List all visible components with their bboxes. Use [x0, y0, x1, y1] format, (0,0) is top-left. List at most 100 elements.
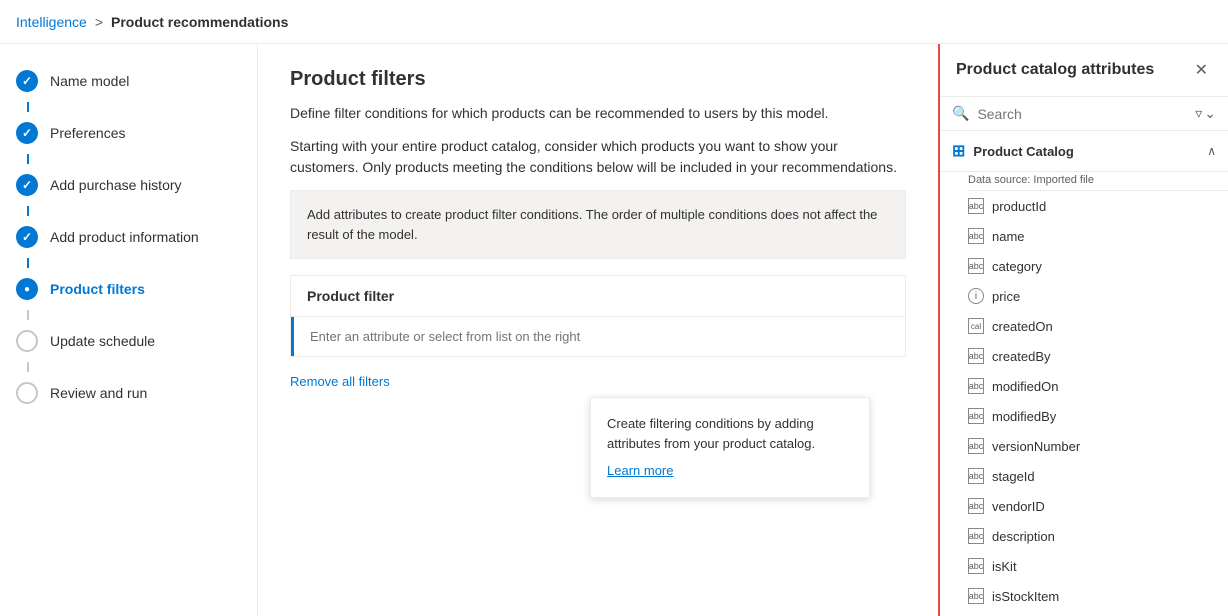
center-pane: Product filters Define filter conditions…	[258, 44, 938, 616]
filter-sort-button[interactable]: ▿ ⌄	[1195, 105, 1216, 122]
step-icon-review-run	[16, 382, 38, 404]
sidebar-label-product-filters: Product filters	[50, 281, 145, 297]
attr-icon-productId: abc	[968, 198, 984, 214]
description-1: Define filter conditions for which produ…	[290, 103, 906, 124]
sidebar-item-preferences[interactable]: Preferences	[0, 112, 257, 154]
connector-5	[27, 310, 29, 320]
attr-icon-createdOn: cal	[968, 318, 984, 334]
attr-item-versionNumber[interactable]: abc versionNumber	[940, 431, 1228, 461]
attr-item-createdOn[interactable]: cal createdOn	[940, 311, 1228, 341]
filter-input-row	[291, 317, 905, 356]
sidebar-item-purchase-history[interactable]: Add purchase history	[0, 164, 257, 206]
catalog-group-title: ⊞ Product Catalog	[952, 141, 1074, 161]
connector-6	[27, 362, 29, 372]
sidebar-label-purchase-history: Add purchase history	[50, 177, 182, 193]
attr-name-vendorID: vendorID	[992, 499, 1045, 514]
filter-block: Product filter	[290, 275, 906, 357]
attr-name-versionNumber: versionNumber	[992, 439, 1080, 454]
attr-name-price: price	[992, 289, 1020, 304]
attr-name-modifiedBy: modifiedBy	[992, 409, 1056, 424]
description-2: Starting with your entire product catalo…	[290, 136, 906, 178]
sidebar-item-product-info[interactable]: Add product information	[0, 216, 257, 258]
attr-name-category: category	[992, 259, 1042, 274]
learn-more-link[interactable]: Learn more	[607, 461, 673, 481]
right-panel-header: Product catalog attributes ✕	[940, 44, 1228, 97]
attr-item-price[interactable]: i price	[940, 281, 1228, 311]
attr-icon-category: abc	[968, 258, 984, 274]
step-icon-product-info	[16, 226, 38, 248]
chevron-down-icon: ⌄	[1204, 105, 1216, 122]
attr-icon-modifiedBy: abc	[968, 408, 984, 424]
sidebar-item-product-filters[interactable]: ● Product filters	[0, 268, 257, 310]
attr-item-description[interactable]: abc description	[940, 521, 1228, 551]
top-bar: Intelligence > Product recommendations	[0, 0, 1228, 44]
search-input[interactable]	[977, 106, 1187, 122]
attr-icon-createdBy: abc	[968, 348, 984, 364]
sidebar-item-update-schedule[interactable]: Update schedule	[0, 320, 257, 362]
attr-item-modifiedBy[interactable]: abc modifiedBy	[940, 401, 1228, 431]
attr-name-createdOn: createdOn	[992, 319, 1053, 334]
tooltip-popup: Create filtering conditions by adding at…	[590, 397, 870, 498]
tooltip-text: Create filtering conditions by adding at…	[607, 416, 815, 451]
connector-2	[27, 154, 29, 164]
attr-name-stageId: stageId	[992, 469, 1035, 484]
attr-icon-isStockItem: abc	[968, 588, 984, 604]
attr-name-productId: productId	[992, 199, 1046, 214]
step-icon-purchase-history	[16, 174, 38, 196]
attr-item-productId[interactable]: abc productId	[940, 191, 1228, 221]
attr-name-createdBy: createdBy	[992, 349, 1051, 364]
attr-item-category[interactable]: abc category	[940, 251, 1228, 281]
info-box: Add attributes to create product filter …	[290, 190, 906, 259]
tooltip-box: Create filtering conditions by adding at…	[590, 397, 870, 498]
attr-item-modifiedOn[interactable]: abc modifiedOn	[940, 371, 1228, 401]
connector-1	[27, 102, 29, 112]
close-button[interactable]: ✕	[1191, 56, 1212, 84]
step-icon-update-schedule	[16, 330, 38, 352]
search-icon: 🔍	[952, 105, 969, 122]
breadcrumb-current: Product recommendations	[111, 14, 288, 30]
remove-all-filters-link[interactable]: Remove all filters	[290, 374, 390, 389]
attr-item-stageId[interactable]: abc stageId	[940, 461, 1228, 491]
search-row: 🔍 ▿ ⌄	[940, 97, 1228, 131]
attr-name-modifiedOn: modifiedOn	[992, 379, 1058, 394]
attr-item-name[interactable]: abc name	[940, 221, 1228, 251]
attr-icon-price: i	[968, 288, 984, 304]
attr-item-createdBy[interactable]: abc createdBy	[940, 341, 1228, 371]
sidebar: Name model Preferences Add purchase hist…	[0, 44, 258, 616]
main-content: Name model Preferences Add purchase hist…	[0, 44, 1228, 616]
breadcrumb-separator: >	[95, 14, 103, 30]
sidebar-label-name-model: Name model	[50, 73, 129, 89]
catalog-group-header[interactable]: ⊞ Product Catalog ∧	[940, 131, 1228, 172]
attr-item-isKit[interactable]: abc isKit	[940, 551, 1228, 581]
attr-icon-stageId: abc	[968, 468, 984, 484]
connector-4	[27, 258, 29, 268]
step-icon-product-filters: ●	[16, 278, 38, 300]
right-panel-title: Product catalog attributes	[956, 61, 1154, 79]
step-icon-preferences	[16, 122, 38, 144]
attr-icon-description: abc	[968, 528, 984, 544]
filter-block-header: Product filter	[291, 276, 905, 317]
filter-icon: ▿	[1195, 105, 1202, 122]
table-icon: ⊞	[952, 141, 965, 161]
breadcrumb: Intelligence > Product recommendations	[16, 14, 288, 30]
attr-item-isStockItem[interactable]: abc isStockItem	[940, 581, 1228, 611]
catalog-data-source: Data source: Imported file	[968, 172, 1228, 191]
attr-icon-vendorID: abc	[968, 498, 984, 514]
sidebar-item-name-model[interactable]: Name model	[0, 60, 257, 102]
attr-name-description: description	[992, 529, 1055, 544]
attr-icon-isKit: abc	[968, 558, 984, 574]
attr-icon-name: abc	[968, 228, 984, 244]
page-title: Product filters	[290, 68, 906, 91]
attr-item-vendorID[interactable]: abc vendorID	[940, 491, 1228, 521]
sidebar-label-preferences: Preferences	[50, 125, 125, 141]
attr-name-isStockItem: isStockItem	[992, 589, 1059, 604]
breadcrumb-parent[interactable]: Intelligence	[16, 14, 87, 30]
right-panel: Product catalog attributes ✕ 🔍 ▿ ⌄ ⊞ Pro…	[938, 44, 1228, 616]
filter-attribute-input[interactable]	[310, 329, 889, 344]
collapse-icon: ∧	[1207, 144, 1216, 158]
info-box-text: Add attributes to create product filter …	[307, 207, 877, 242]
sidebar-item-review-run[interactable]: Review and run	[0, 372, 257, 414]
attr-name-name: name	[992, 229, 1025, 244]
sidebar-label-product-info: Add product information	[50, 229, 199, 245]
catalog-name: Product Catalog	[973, 144, 1073, 159]
